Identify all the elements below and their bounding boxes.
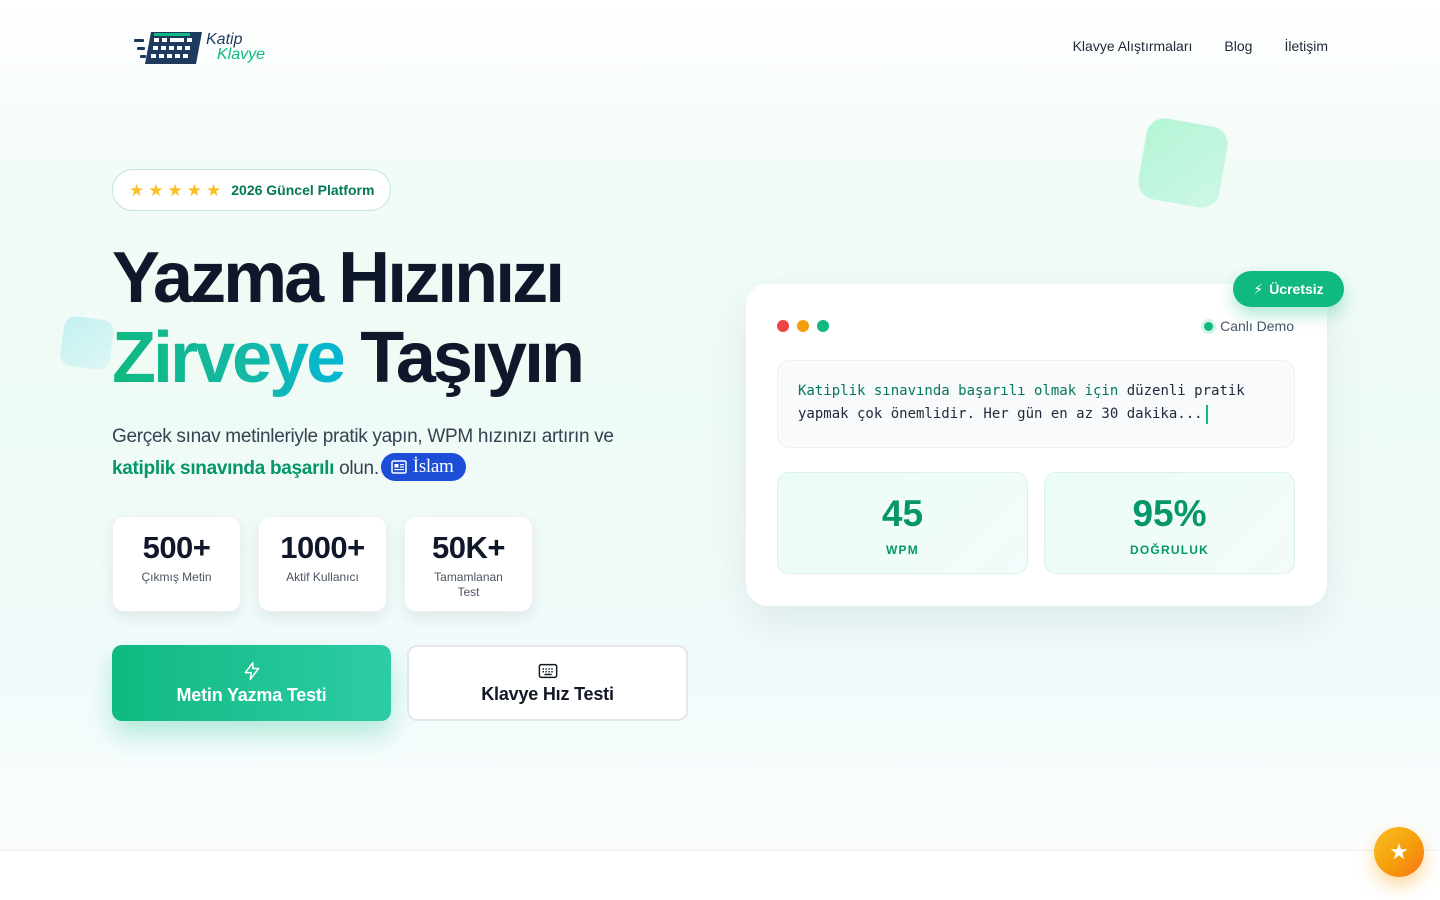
text-cursor [1205,404,1208,424]
star-icon: ★ [1389,839,1409,864]
main-nav: Klavye Alıştırmaları Blog İletişim [1073,38,1328,54]
logo-line-1: Katip [206,31,243,48]
nav-link-blog[interactable]: Blog [1224,38,1252,54]
star-icon: ★ [129,180,145,200]
keyboard-icon [538,663,557,678]
logo-line-2: Klavye [217,46,266,63]
star-icon: ★ [186,180,202,200]
free-badge: ⚡ Ücretsiz [1233,271,1344,307]
islam-tag-label: İslam [412,455,454,477]
stat-label: Tamamlanan Test [434,570,503,599]
stat-label: Aktif Kullanıcı [286,570,359,584]
text-typing-test-button[interactable]: Metin Yazma Testi [112,645,391,721]
window-controls [777,320,829,332]
accuracy-label: DOĞRULUK [1130,543,1209,557]
live-demo-indicator: Canlı Demo [1204,318,1294,334]
decorative-shape [1135,115,1231,211]
section-divider [0,850,1440,851]
site-logo[interactable]: Katip Klavye [134,28,265,66]
star-icon: ★ [206,180,222,200]
hero-subtitle-emphasis: katiplik sınavında başarılı [112,458,335,479]
stat-card-texts: 500+ Çıkmış Metin [112,516,241,612]
live-demo-label: Canlı Demo [1220,318,1294,334]
text-typing-test-label: Metin Yazma Testi [176,684,327,705]
islam-tag[interactable]: İslam [380,452,466,481]
wpm-value: 45 [881,493,924,534]
lightning-icon [244,661,259,680]
nav-link-klavye-alistirmalari[interactable]: Klavye Alıştırmaları [1073,38,1193,54]
hero-subtitle-part1: Gerçek sınav metinleriyle pratik yapın, … [112,426,614,447]
stat-value: 1000+ [280,530,365,565]
star-icon: ★ [148,180,164,200]
typed-text: Katiplik sınavında başarılı olmak için [798,383,1119,399]
decorative-shape [58,314,116,372]
free-badge-label: Ücretsiz [1269,281,1324,297]
keyboard-speed-test-button[interactable]: Klavye Hız Testi [407,645,688,721]
accuracy-value: 95% [1132,493,1207,534]
star-icon: ★ [167,180,183,200]
typing-preview: Katiplik sınavında başarılı olmak için d… [777,360,1295,448]
close-dot-icon [777,320,789,332]
minimize-dot-icon [797,320,809,332]
logo-keyboard-icon [134,28,204,66]
lightning-icon: ⚡ [1253,280,1264,297]
stat-card-tests: 50K+ Tamamlanan Test [404,516,533,612]
logo-wordmark: Katip Klavye [206,31,266,63]
hero-title-accent: Zirveye [112,318,346,398]
accuracy-metric: 95% DOĞRULUK [1044,472,1295,574]
stat-value: 50K+ [432,530,505,565]
wpm-label: WPM [886,543,919,557]
hero-subtitle: Gerçek sınav metinleriyle pratik yapın, … [112,421,672,485]
hero-title-rest: Taşıyın [360,318,585,398]
live-dot-icon [1204,321,1214,331]
newspaper-icon [391,460,407,474]
hero-subtitle-part2: olun. [339,458,379,479]
hero-title-line1: Yazma Hızınızı [112,238,565,318]
favorite-fab-button[interactable]: ★ [1374,827,1424,877]
rating-badge: ★ ★ ★ ★ ★ 2026 Güncel Platform [112,169,392,211]
nav-link-iletisim[interactable]: İletişim [1284,38,1328,54]
keyboard-speed-test-label: Klavye Hız Testi [481,683,614,704]
wpm-metric: 45 WPM [777,472,1028,574]
maximize-dot-icon [817,320,829,332]
stat-value: 500+ [142,530,211,565]
remaining-text-line1: düzenli pratik [1118,383,1245,399]
hero-title: Yazma Hızınızı Zirveye Taşıyın [112,238,585,398]
next-section [0,851,1440,900]
remaining-text-line2: yapmak çok önemlidir. Her gün en az 30 d… [798,406,1203,422]
stat-card-users: 1000+ Aktif Kullanıcı [258,516,387,612]
rating-badge-text: 2026 Güncel Platform [231,182,375,198]
stat-label: Çıkmış Metin [141,570,212,584]
